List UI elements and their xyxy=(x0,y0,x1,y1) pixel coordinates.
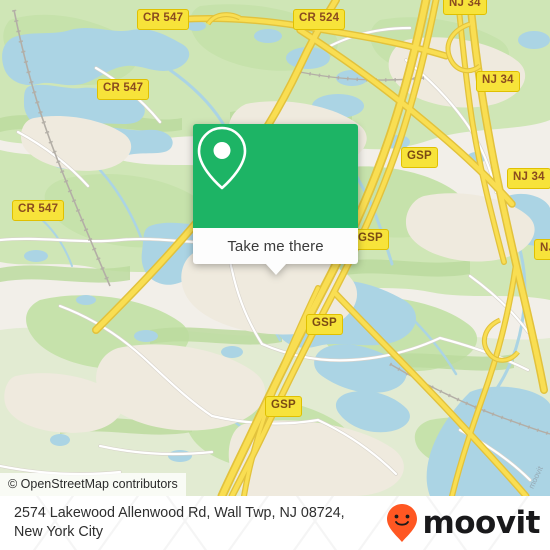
moovit-brand[interactable]: moovit xyxy=(385,503,540,543)
map-screenshot: CR 547 CR 524 NJ 34 NJ 34 CR 547 GSP NJ … xyxy=(0,0,550,550)
popup-header xyxy=(193,124,358,228)
popup-footer[interactable]: Take me there xyxy=(193,228,358,275)
map-pin-icon xyxy=(197,126,247,190)
osm-attribution[interactable]: © OpenStreetMap contributors xyxy=(0,473,186,496)
address-footer: 2574 Lakewood Allenwood Rd, Wall Twp, NJ… xyxy=(0,496,550,550)
popup-pointer xyxy=(264,263,287,275)
shield-nj-34-top: NJ 34 xyxy=(443,0,487,15)
shield-gsp-mid: GSP xyxy=(306,314,343,335)
address-line-1: 2574 Lakewood Allenwood Rd, Wall Twp, NJ… xyxy=(14,505,345,521)
shield-cr-547-top: CR 547 xyxy=(137,9,190,30)
map-canvas[interactable]: CR 547 CR 524 NJ 34 NJ 34 CR 547 GSP NJ … xyxy=(0,0,550,496)
address-text: 2574 Lakewood Allenwood Rd, Wall Twp, NJ… xyxy=(14,504,385,542)
moovit-pin-icon xyxy=(387,504,418,542)
shield-cr-524: CR 524 xyxy=(293,9,346,30)
shield-nj-edge: NJ xyxy=(534,239,550,260)
shield-nj-34-right: NJ 34 xyxy=(507,168,550,189)
take-me-there-label: Take me there xyxy=(227,237,324,255)
location-popup-card[interactable]: Take me there xyxy=(193,124,358,275)
shield-nj-34-upper: NJ 34 xyxy=(476,71,520,92)
shield-gsp-upper: GSP xyxy=(401,147,438,168)
moovit-wordmark: moovit xyxy=(422,504,540,541)
address-line-2: New York City xyxy=(14,524,103,540)
shield-cr-547-left: CR 547 xyxy=(12,200,65,221)
shield-gsp-lower: GSP xyxy=(265,396,302,417)
shield-cr-547-mid: CR 547 xyxy=(97,79,150,100)
